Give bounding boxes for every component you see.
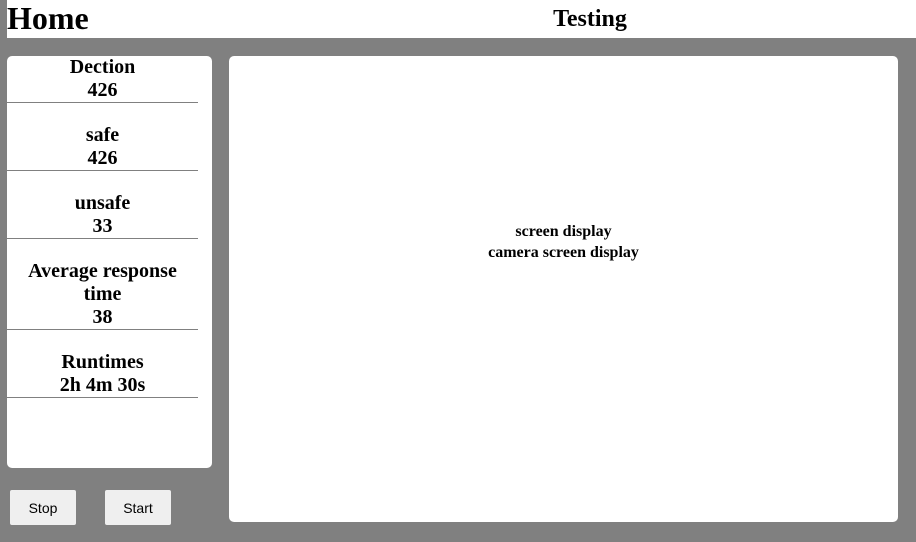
stat-average-response-time: Average response time 38 — [7, 260, 198, 330]
stat-unsafe: unsafe 33 — [7, 192, 198, 239]
page-title: Testing — [553, 6, 627, 32]
stat-value: 426 — [87, 79, 118, 101]
stat-label: Average response time — [28, 260, 177, 305]
stat-label: Runtimes — [61, 351, 144, 373]
stat-label: safe — [85, 124, 120, 146]
stat-runtimes: Runtimes 2h 4m 30s — [7, 351, 198, 398]
stat-value: 2h 4m 30s — [59, 374, 146, 396]
screen-display-label: screen display — [515, 223, 612, 240]
start-button[interactable]: Start — [105, 490, 171, 525]
stop-button[interactable]: Stop — [10, 490, 76, 525]
camera-screen-display-label: camera screen display — [488, 244, 639, 261]
stat-value: 38 — [92, 306, 113, 328]
stat-label: Dection — [69, 56, 136, 78]
stats-panel: Dection 426 safe 426 unsafe 33 Average r… — [7, 56, 212, 468]
camera-display-panel: screen display camera screen display — [229, 56, 898, 522]
stat-label: unsafe — [74, 192, 131, 214]
stat-value: 33 — [92, 215, 113, 237]
stat-value: 426 — [87, 147, 118, 169]
stat-detection: Dection 426 — [7, 56, 198, 103]
stat-safe: safe 426 — [7, 124, 198, 171]
header: Home Testing — [7, 0, 916, 38]
